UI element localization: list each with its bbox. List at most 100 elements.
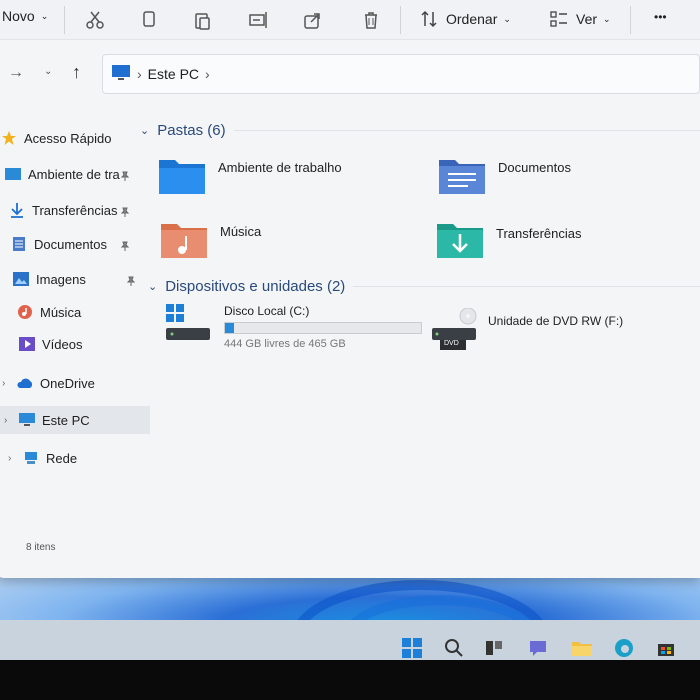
view-button[interactable]: Ver ⌄ xyxy=(548,8,611,30)
search-icon[interactable] xyxy=(442,636,466,660)
sort-icon xyxy=(418,8,440,30)
folder-musica[interactable]: Música xyxy=(160,220,261,260)
folder-ambiente-de-trabalho[interactable]: Ambiente de trabalho xyxy=(158,156,342,196)
sidebar-item-acesso-rapido[interactable]: Acesso Rápido xyxy=(0,124,150,152)
sidebar-item-este-pc[interactable]: › Este PC xyxy=(0,406,150,434)
star-icon xyxy=(0,129,18,147)
sort-button[interactable]: Ordenar ⌄ xyxy=(418,8,511,30)
sidebar-item-label: OneDrive xyxy=(40,375,95,391)
screen-bezel xyxy=(0,660,700,700)
drive-label: Unidade de DVD RW (F:) xyxy=(488,314,624,328)
pc-icon xyxy=(18,411,36,429)
breadcrumb-este-pc[interactable]: Este PC xyxy=(148,66,199,82)
pin-icon[interactable] xyxy=(120,169,130,181)
copy-icon[interactable] xyxy=(138,9,160,31)
drive-usage-fill xyxy=(225,323,234,333)
divider xyxy=(630,6,631,34)
drive-c[interactable]: Disco Local (C:) 444 GB livres de 465 GB xyxy=(166,304,422,350)
sidebar-item-label: Rede xyxy=(46,450,78,466)
devices-section-header[interactable]: ⌄ Dispositivos e unidades (2) xyxy=(148,278,700,295)
folders-header-label: Pastas (6) xyxy=(157,122,226,139)
music-folder-icon xyxy=(160,220,210,260)
folder-transferencias[interactable]: Transferências xyxy=(436,220,582,260)
pictures-icon xyxy=(12,270,30,288)
folder-documentos[interactable]: Documentos xyxy=(438,156,571,196)
share-icon[interactable] xyxy=(302,9,324,31)
up-arrow-icon[interactable]: ↑ xyxy=(72,62,81,83)
more-options-button[interactable]: ••• xyxy=(654,10,667,24)
drive-label: Disco Local (C:) xyxy=(224,304,310,318)
view-icon xyxy=(548,8,570,30)
chevron-down-icon: ⌄ xyxy=(603,13,611,24)
new-label: Novo xyxy=(2,8,35,24)
more-options-label: ••• xyxy=(654,10,667,24)
start-icon[interactable] xyxy=(400,636,424,660)
sidebar-item-rede[interactable]: › Rede xyxy=(0,444,150,472)
desktop-folder-icon xyxy=(158,156,208,196)
sidebar-item-onedrive[interactable]: › OneDrive xyxy=(0,369,150,397)
sidebar-item-musica[interactable]: Música xyxy=(0,298,150,326)
videos-icon xyxy=(18,335,36,353)
drive-f[interactable]: DVD Unidade de DVD RW (F:) xyxy=(432,307,624,352)
task-view-icon[interactable] xyxy=(482,636,506,660)
drive-usage-bar xyxy=(224,322,422,334)
cloud-icon xyxy=(16,374,34,392)
new-button[interactable]: Novo ⌄ xyxy=(2,8,48,24)
chevron-down-icon: ⌄ xyxy=(148,281,158,293)
sidebar-item-videos[interactable]: Vídeos xyxy=(0,330,150,358)
chat-icon[interactable] xyxy=(526,636,550,660)
sidebar-item-imagens[interactable]: Imagens xyxy=(0,265,150,293)
sidebar-item-transferencias[interactable]: Transferências xyxy=(0,196,150,224)
network-icon xyxy=(22,449,40,467)
sidebar-item-documentos[interactable]: Documentos xyxy=(0,230,150,258)
devices-header-label: Dispositivos e unidades (2) xyxy=(165,278,346,295)
pin-icon[interactable] xyxy=(126,274,136,286)
section-divider xyxy=(353,286,700,287)
breadcrumb-separator-icon: › xyxy=(137,66,142,82)
pin-icon[interactable] xyxy=(120,205,130,217)
paste-icon[interactable] xyxy=(192,9,214,31)
documents-icon xyxy=(10,235,28,253)
rename-icon[interactable] xyxy=(248,9,270,31)
file-explorer-window: Novo ⌄ Ordenar ⌄ Ver ⌄ ••• → ⌄ ↑ › Este … xyxy=(0,0,700,578)
chevron-down-icon: ⌄ xyxy=(140,125,150,137)
chevron-right-icon[interactable]: › xyxy=(4,415,18,426)
sidebar-item-ambiente-de-trabalho[interactable]: Ambiente de tra xyxy=(0,160,150,188)
file-explorer-icon[interactable] xyxy=(570,636,594,660)
desktop-icon xyxy=(4,165,22,183)
dvd-badge: DVD xyxy=(444,340,459,347)
delete-icon[interactable] xyxy=(360,9,382,31)
forward-arrow-icon[interactable]: → xyxy=(8,64,24,82)
folder-label: Documentos xyxy=(498,160,571,175)
address-bar-row: → ⌄ ↑ › Este PC › xyxy=(0,52,700,98)
address-box[interactable]: › Este PC › xyxy=(102,54,700,94)
navigation-pane: Acesso Rápido Ambiente de tra Transferên… xyxy=(0,116,150,556)
divider xyxy=(64,6,65,34)
sidebar-item-label: Transferências xyxy=(32,202,118,218)
folder-label: Ambiente de trabalho xyxy=(218,160,342,175)
pin-icon[interactable] xyxy=(120,239,130,251)
local-disk-icon xyxy=(166,304,210,344)
dvd-drive-icon: DVD xyxy=(432,307,478,352)
status-bar-item-count: 8 itens xyxy=(26,542,56,553)
download-icon xyxy=(8,201,26,219)
command-bar: Novo ⌄ Ordenar ⌄ Ver ⌄ ••• xyxy=(0,0,700,40)
folder-label: Transferências xyxy=(496,226,582,241)
sidebar-item-label: Vídeos xyxy=(42,336,83,352)
sidebar-item-label: Ambiente de tra xyxy=(28,166,120,182)
edge-icon[interactable] xyxy=(612,636,636,660)
sidebar-item-label: Imagens xyxy=(36,271,86,287)
view-label: Ver xyxy=(576,11,598,27)
chevron-right-icon[interactable]: › xyxy=(2,378,16,389)
chevron-right-icon[interactable]: › xyxy=(8,453,22,464)
store-icon[interactable] xyxy=(654,636,678,660)
downloads-folder-icon xyxy=(436,220,486,260)
recent-locations-chevron-icon[interactable]: ⌄ xyxy=(44,66,52,77)
sidebar-item-label: Acesso Rápido xyxy=(24,130,112,146)
sidebar-item-label: Música xyxy=(40,304,82,320)
cut-icon[interactable] xyxy=(84,9,106,31)
drive-free-space: 444 GB livres de 465 GB xyxy=(224,338,346,350)
folders-section-header[interactable]: ⌄ Pastas (6) xyxy=(140,122,700,139)
chevron-down-icon: ⌄ xyxy=(503,13,511,24)
breadcrumb-separator-icon[interactable]: › xyxy=(205,66,210,82)
